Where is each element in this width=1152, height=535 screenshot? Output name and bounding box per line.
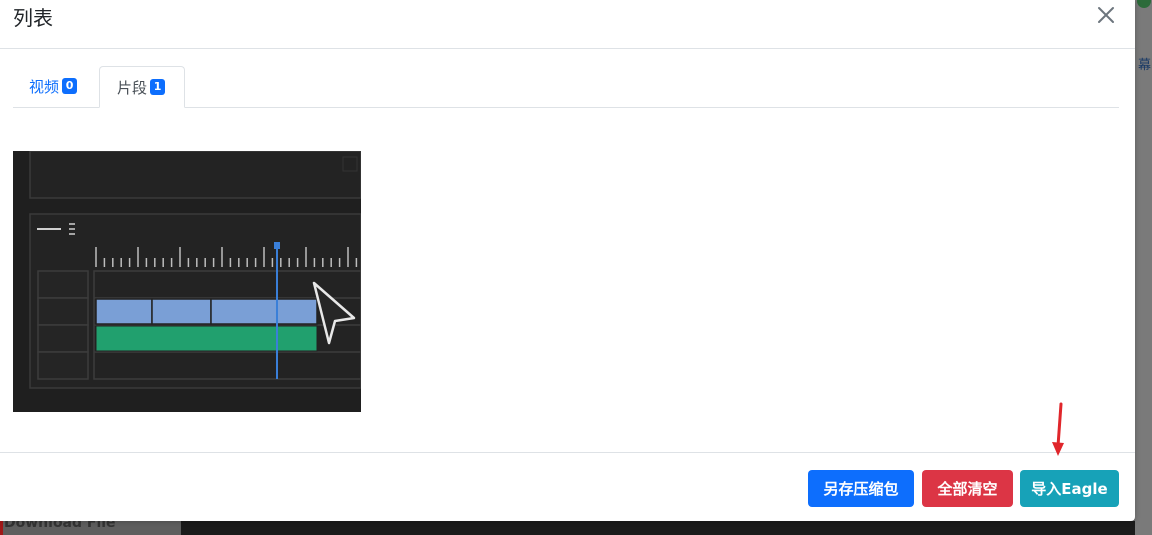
clip-thumbnail[interactable] <box>13 151 361 412</box>
red-annotation-arrow-icon <box>1052 402 1064 456</box>
modal-header: 列表 <box>0 0 1135 49</box>
clear-all-button[interactable]: 全部清空 <box>922 470 1013 507</box>
tab-bar: 视频 0 片段 1 <box>13 66 1119 108</box>
import-eagle-button[interactable]: 导入Eagle <box>1020 470 1119 507</box>
timeline-editor-thumbnail-image <box>13 151 361 412</box>
background-download-text: Download File <box>4 521 116 531</box>
background-page-bottom-left: Download File <box>0 521 181 535</box>
close-button[interactable] <box>1095 4 1117 26</box>
close-icon <box>1098 7 1114 23</box>
list-modal: 列表 视频 0 片段 1 另存压缩包 全部清空 导入Eagle <box>0 0 1135 521</box>
background-peek-text: 幕 <box>1138 58 1152 73</box>
tab-video-label: 视频 <box>29 77 60 96</box>
background-red-mark <box>0 521 3 535</box>
background-page-right: 幕 <box>1135 0 1152 535</box>
modal-title: 列表 <box>13 6 53 30</box>
tab-clips[interactable]: 片段 1 <box>99 66 185 108</box>
tab-video[interactable]: 视频 0 <box>13 66 97 106</box>
tab-clips-count-badge: 1 <box>150 79 166 95</box>
status-dot-icon <box>1137 0 1151 8</box>
tab-video-count-badge: 0 <box>62 78 78 94</box>
save-as-zip-button[interactable]: 另存压缩包 <box>808 470 914 507</box>
modal-footer: 另存压缩包 全部清空 导入Eagle <box>0 452 1135 522</box>
background-page-bottom-dark <box>181 521 1135 535</box>
tab-clips-label: 片段 <box>117 78 148 97</box>
